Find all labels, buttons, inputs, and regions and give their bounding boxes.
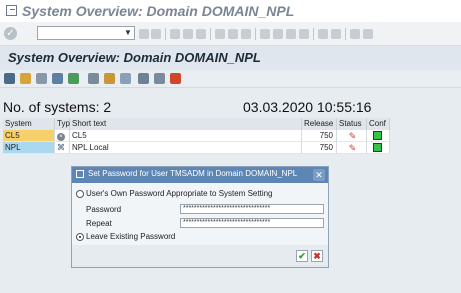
separator xyxy=(313,28,314,40)
save-icon[interactable] xyxy=(151,29,161,39)
list-icon[interactable] xyxy=(154,73,165,84)
glasses-icon[interactable] xyxy=(36,73,47,84)
confirm-icon[interactable]: ✔ xyxy=(296,250,308,262)
dialog-footer: ✔ ✖ xyxy=(72,245,328,267)
command-field[interactable]: ▼ xyxy=(37,26,135,40)
password-field[interactable]: ******************************** xyxy=(180,204,324,214)
system-toolbar: ✓ ▼ xyxy=(0,22,461,46)
lock-icon[interactable] xyxy=(52,73,63,84)
table-row-short-text[interactable]: CL5 xyxy=(70,130,302,142)
back-icon[interactable] xyxy=(170,29,180,39)
table-row-system[interactable]: NPL xyxy=(3,142,55,154)
option-leave-password-label: Leave Existing Password xyxy=(86,232,176,241)
status-badge xyxy=(367,130,390,142)
customize-icon[interactable] xyxy=(363,29,373,39)
dialog-title: Set Password for User TMSADM in Domain D… xyxy=(88,169,298,178)
system-count: No. of systems: 2 xyxy=(3,99,112,115)
set-password-dialog: Set Password for User TMSADM in Domain D… xyxy=(71,166,329,268)
close-icon[interactable]: ✕ xyxy=(313,169,325,181)
password-label: Password xyxy=(86,205,122,214)
find-next-icon[interactable] xyxy=(241,29,251,39)
page-title: System Overview: Domain DOMAIN_NPL xyxy=(8,50,261,65)
print-icon[interactable] xyxy=(215,29,225,39)
pencil-icon[interactable]: ✎ xyxy=(337,142,367,154)
enter-icon[interactable]: ✓ xyxy=(4,27,17,40)
column-header-release[interactable]: Release xyxy=(302,118,337,130)
refresh-icon[interactable] xyxy=(4,73,15,84)
last-page-icon[interactable] xyxy=(299,29,309,39)
timestamp: 03.03.2020 10:55:16 xyxy=(243,99,372,115)
radio-own-password[interactable] xyxy=(76,190,84,198)
table-row-release: 750 xyxy=(302,142,337,154)
dialog-window-icon xyxy=(76,170,84,178)
cancel-icon[interactable]: ✖ xyxy=(311,250,323,262)
network-icon[interactable] xyxy=(120,73,131,84)
app-title: System Overview: Domain DOMAIN_NPL xyxy=(22,3,295,19)
layout-icon[interactable] xyxy=(138,73,149,84)
column-header-conf[interactable]: Conf xyxy=(367,118,390,130)
table-row-short-text[interactable]: NPL Local xyxy=(70,142,302,154)
system-node-icon[interactable]: ⌘ xyxy=(55,142,70,154)
shortcut-icon[interactable] xyxy=(331,29,341,39)
repeat-label: Repeat xyxy=(86,219,112,228)
exit-icon[interactable] xyxy=(6,5,17,16)
chevron-down-icon[interactable]: ▼ xyxy=(123,28,133,38)
column-header-status[interactable]: Status xyxy=(337,118,367,130)
screen-title-bar: System Overview: Domain DOMAIN_NPL xyxy=(0,46,461,70)
transport-icon[interactable] xyxy=(68,73,79,84)
table-row-release: 750 xyxy=(302,130,337,142)
status-badge xyxy=(367,142,390,154)
radio-leave-password[interactable] xyxy=(76,233,84,241)
distribute-icon[interactable] xyxy=(20,73,31,84)
separator xyxy=(255,28,256,40)
new-session-icon[interactable] xyxy=(318,29,328,39)
column-header-short-text[interactable]: Short text xyxy=(70,118,302,130)
title-bar: System Overview: Domain DOMAIN_NPL xyxy=(0,0,461,22)
bullet-icon xyxy=(139,29,149,39)
exit-nav-icon[interactable] xyxy=(183,29,193,39)
printer-icon[interactable] xyxy=(88,73,99,84)
option-own-password-label: User's Own Password Appropriate to Syste… xyxy=(86,189,273,198)
column-header-typ[interactable]: Typ xyxy=(55,118,70,130)
separator xyxy=(165,28,166,40)
alert-icon[interactable] xyxy=(170,73,181,84)
column-header-system[interactable]: System xyxy=(3,118,55,130)
find-icon[interactable] xyxy=(228,29,238,39)
pencil-icon[interactable]: ✎ xyxy=(337,130,367,142)
user-icon[interactable] xyxy=(104,73,115,84)
separator xyxy=(210,28,211,40)
application-toolbar xyxy=(0,70,461,88)
first-page-icon[interactable] xyxy=(260,29,270,39)
delete-icon[interactable]: × xyxy=(55,130,70,142)
prev-page-icon[interactable] xyxy=(273,29,283,39)
cancel-icon[interactable] xyxy=(196,29,206,39)
dialog-titlebar: Set Password for User TMSADM in Domain D… xyxy=(72,167,328,183)
separator xyxy=(345,28,346,40)
help-icon[interactable] xyxy=(350,29,360,39)
table-row-system[interactable]: CL5 xyxy=(3,130,55,142)
next-page-icon[interactable] xyxy=(286,29,296,39)
repeat-password-field[interactable]: ******************************** xyxy=(180,218,324,228)
